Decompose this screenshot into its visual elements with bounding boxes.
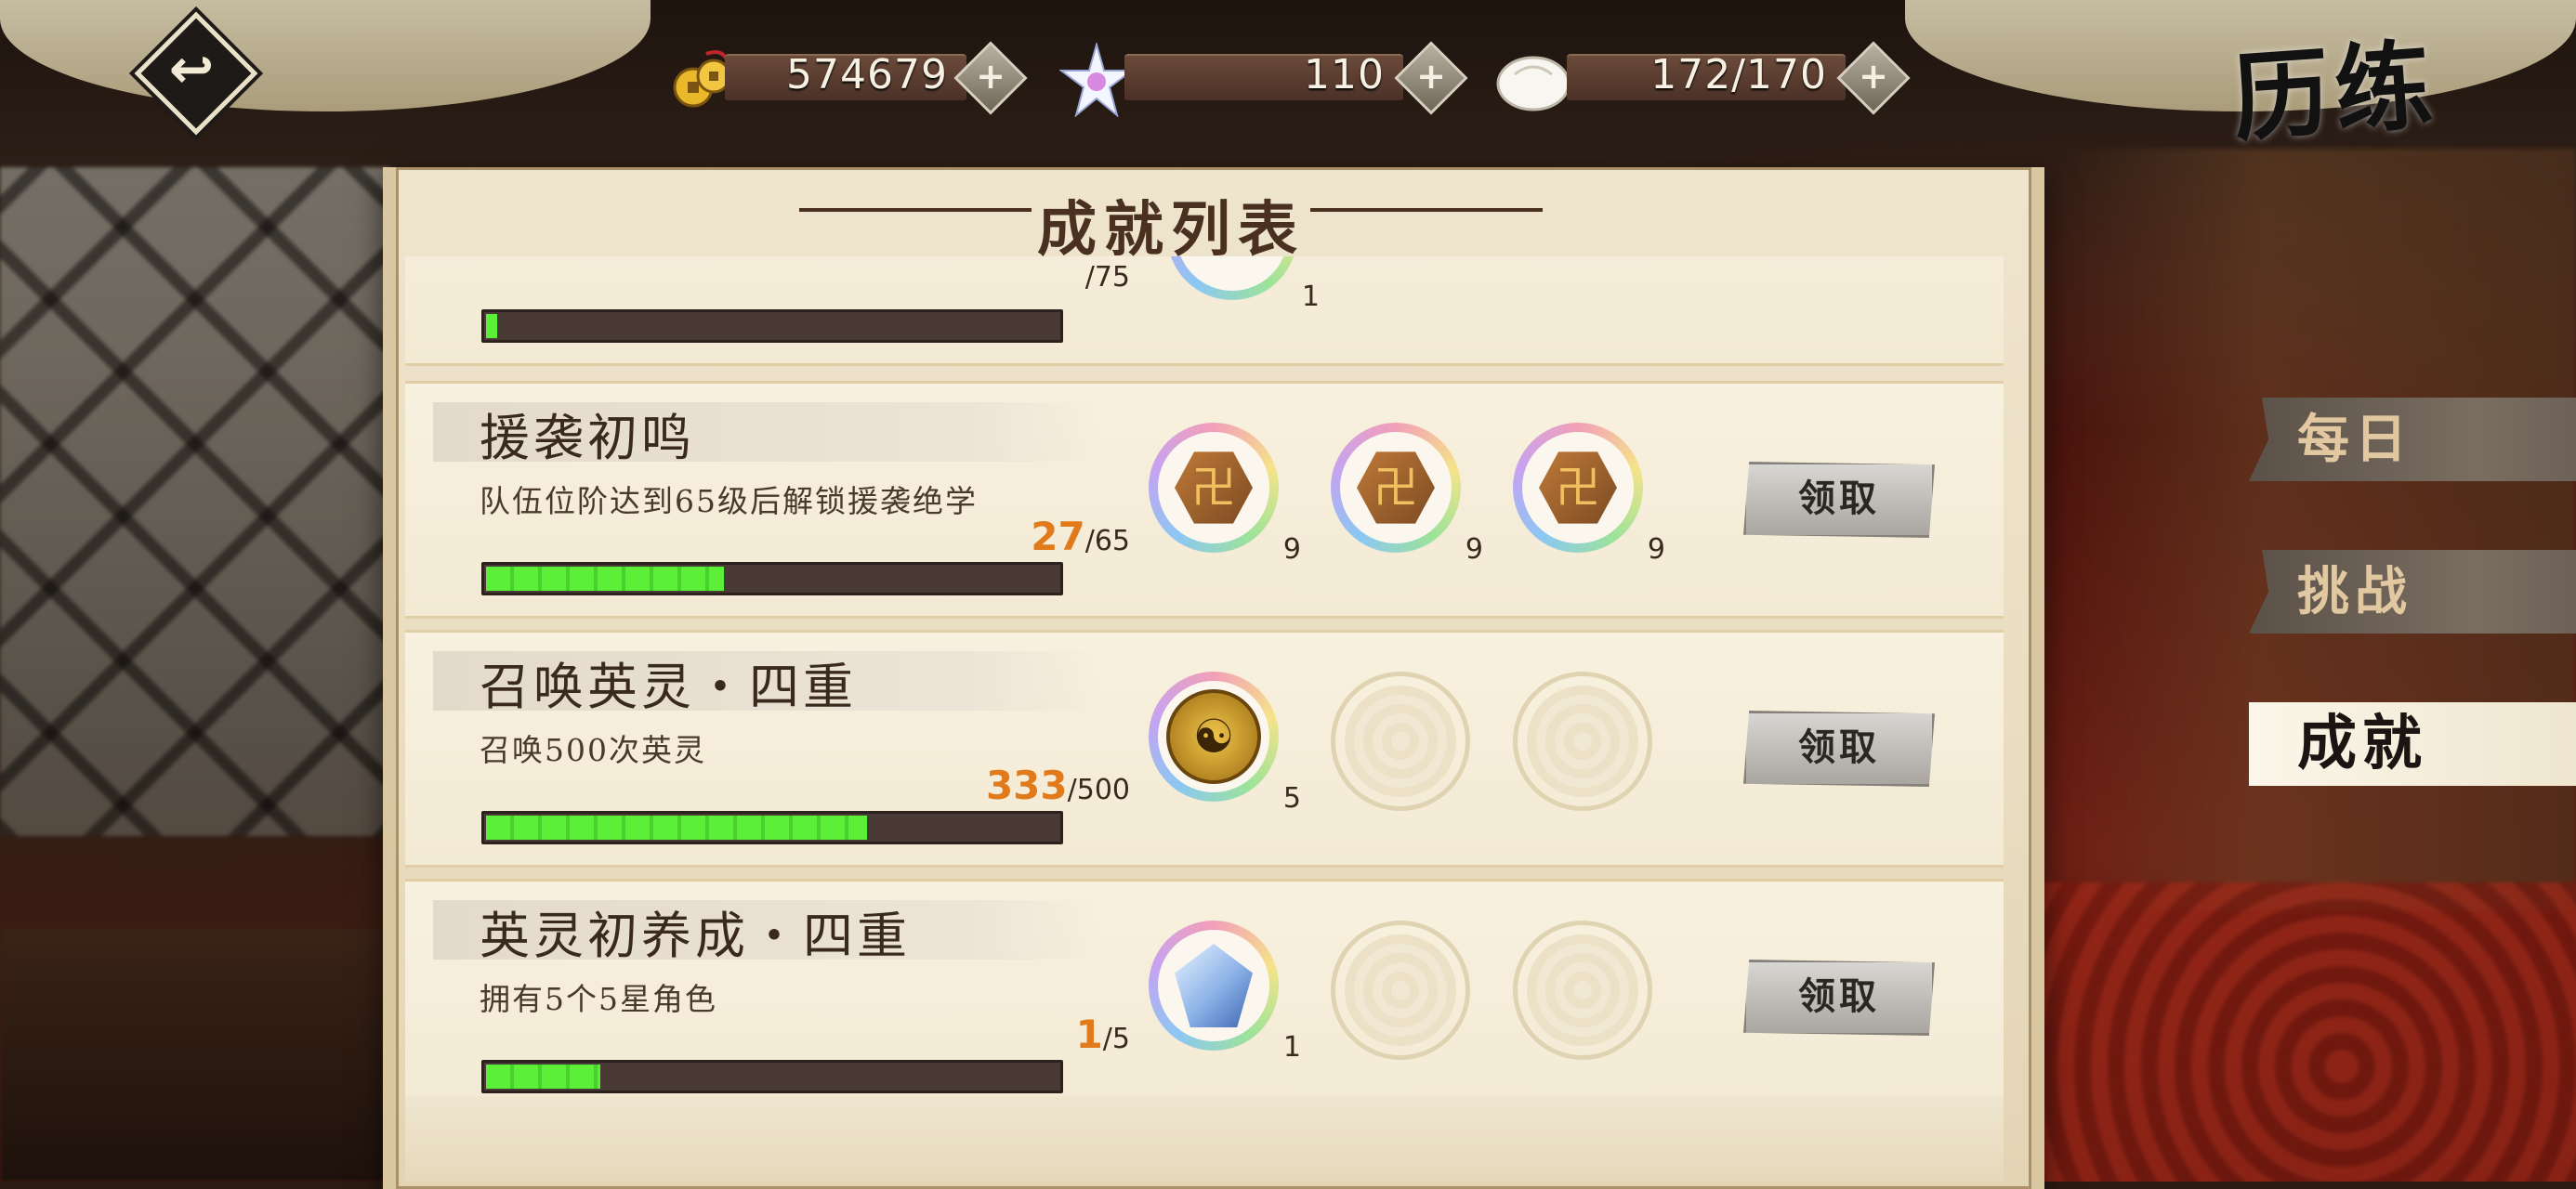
star-crystal-icon	[1058, 41, 1135, 118]
star-value: 110	[1304, 51, 1385, 98]
add-coins-button[interactable]: +	[953, 41, 1028, 115]
empty-reward-slot	[1331, 672, 1470, 811]
stamina-value: 172/170	[1650, 51, 1827, 98]
reward-slot[interactable]: 1	[1167, 256, 1320, 313]
tab-achievements[interactable]: 成就	[2249, 702, 2576, 786]
carpet	[1952, 882, 2576, 1182]
cloud-ornament	[0, 0, 651, 111]
panel-title: 成就列表	[799, 182, 1543, 268]
wall-panel	[2056, 149, 2576, 910]
progress-bar	[481, 811, 1063, 844]
add-stamina-button[interactable]: +	[1836, 41, 1911, 115]
panel-bottom	[405, 1096, 2004, 1182]
achievement-name: 召唤英灵・四重	[480, 658, 857, 716]
tab-daily[interactable]: 每日	[2249, 398, 2576, 481]
achievement-name: 援袭初鸣	[480, 409, 695, 467]
achievement-row: 召唤英灵・四重 召唤500次英灵 333/500 ☯ 5 领取	[405, 630, 2004, 868]
progress-bar	[481, 562, 1063, 595]
empty-reward-slot	[1513, 672, 1652, 811]
tab-daily-label: 每日	[2297, 409, 2412, 470]
progress-count: 333/500	[985, 763, 1130, 808]
hero-token-icon[interactable]: 卍9	[1331, 423, 1483, 566]
empty-reward-slot	[1331, 921, 1470, 1060]
claim-button[interactable]: 领取	[1743, 960, 1935, 1036]
achievement-name: 英灵初养成・四重	[480, 907, 911, 965]
window-lattice	[0, 167, 390, 836]
tab-challenge[interactable]: 挑战	[2249, 550, 2576, 634]
claim-button[interactable]: 领取	[1743, 462, 1935, 538]
coins-counter: 574679 +	[669, 41, 1028, 115]
progress-count: 27/65	[1031, 514, 1130, 559]
achievement-list[interactable]: /75 1 援袭初鸣 队伍位阶达到65级后解锁援袭绝学 27/65 卍9 卍9 …	[405, 256, 2004, 1111]
coins-value: 574679	[786, 51, 948, 98]
achievement-row: 援袭初鸣 队伍位阶达到65级后解锁援袭绝学 27/65 卍9 卍9 卍9 领取	[405, 381, 2004, 619]
claim-button[interactable]: 领取	[1743, 711, 1935, 787]
progress-count: 1/5	[1075, 1012, 1130, 1057]
achievement-row: 英灵初养成・四重 拥有5个5星角色 1/5 1 领取	[405, 879, 2004, 1111]
progress-bar	[481, 1060, 1063, 1093]
steamed-bun-icon	[1496, 46, 1571, 113]
crystal-icon[interactable]: 1	[1149, 921, 1301, 1064]
progress-count: /75	[1084, 261, 1130, 294]
back-arrow-icon: ↩	[168, 37, 215, 100]
tab-challenge-label: 挑战	[2297, 561, 2412, 622]
progress-bar	[481, 309, 1063, 343]
back-button[interactable]: ↩	[134, 11, 258, 136]
hero-token-icon[interactable]: 卍9	[1149, 423, 1301, 566]
page-title: 历练	[2228, 27, 2441, 156]
add-star-button[interactable]: +	[1394, 41, 1468, 115]
achievement-row: /75 1	[405, 256, 2004, 366]
summon-coin-icon[interactable]: ☯ 5	[1149, 672, 1301, 815]
star-counter: 110 +	[1058, 41, 1468, 118]
empty-reward-slot	[1513, 921, 1652, 1060]
hero-token-icon[interactable]: 卍9	[1513, 423, 1665, 566]
stamina-counter: 172/170 +	[1496, 41, 1911, 115]
tab-achievements-label: 成就	[2297, 709, 2427, 778]
